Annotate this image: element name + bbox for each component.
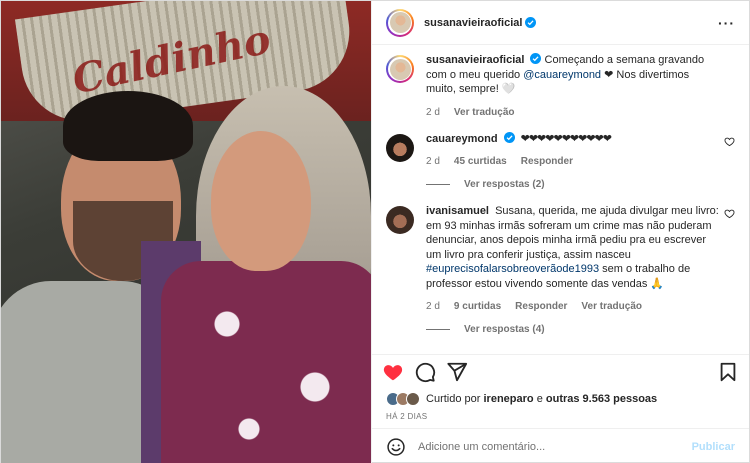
comment-hashtag-link[interactable]: #euprecisofalarsobreoverãode1993 — [426, 263, 599, 275]
like-comment-heart-icon[interactable] — [724, 208, 735, 219]
liker-avatar — [406, 392, 421, 406]
author-avatar[interactable] — [386, 55, 415, 83]
verified-badge-icon — [530, 53, 542, 64]
comment-likes-count[interactable]: 9 curtidas — [454, 301, 501, 312]
post-timestamp[interactable]: HÁ 2 DIAS — [372, 410, 749, 428]
likes-count-link[interactable]: outras 9.563 pessoas — [546, 393, 657, 405]
comment-username[interactable]: ivanisamuel — [426, 205, 489, 217]
commenter-avatar[interactable] — [386, 133, 415, 162]
comment-likes-count[interactable]: 45 curtidas — [454, 156, 507, 167]
post-header: susanavieiraoficial ··· — [372, 1, 749, 45]
verified-badge-icon — [503, 131, 515, 143]
comment-age[interactable]: 2 d — [426, 301, 440, 312]
liked-by-middle: e — [533, 393, 546, 405]
comment-username[interactable]: cauareymond — [426, 133, 498, 145]
reply-button[interactable]: Responder — [521, 156, 573, 167]
caption-username[interactable]: susanavieiraoficial — [426, 54, 524, 66]
add-comment-bar: Publicar — [372, 428, 749, 463]
comment-age[interactable]: 2 d — [426, 156, 440, 167]
caption: susanavieiraoficial Começando a semana g… — [386, 53, 735, 118]
like-heart-icon[interactable] — [382, 361, 404, 383]
view-replies-label: Ver respostas (2) — [464, 179, 545, 190]
post-sidebar: susanavieiraoficial ··· susanavieiraofic… — [371, 1, 749, 463]
emoji-picker-icon[interactable] — [386, 437, 406, 457]
author-avatar[interactable] — [386, 8, 415, 37]
liked-by-row: Curtido por ireneparo e outras 9.563 pes… — [372, 388, 749, 410]
caption-age[interactable]: 2 d — [426, 107, 440, 118]
author-username[interactable]: susanavieiraoficial — [424, 17, 522, 29]
view-replies-label: Ver respostas (4) — [464, 324, 545, 335]
see-translation-button[interactable]: Ver tradução — [581, 301, 642, 312]
caption-emoji: 🤍 — [501, 83, 516, 95]
replies-divider — [426, 184, 451, 185]
comment-input[interactable] — [418, 440, 692, 453]
comment: ivanisamuel Susana, querida, me ajuda di… — [386, 204, 735, 312]
view-replies-button[interactable]: Ver respostas (2) — [426, 179, 735, 190]
view-replies-button[interactable]: Ver respostas (4) — [426, 324, 735, 335]
comment-text: ❤❤❤❤❤❤❤❤❤❤❤ — [520, 132, 612, 145]
post-photo[interactable]: Caldinho — [1, 1, 372, 463]
publish-comment-button[interactable]: Publicar — [692, 441, 735, 453]
reply-button[interactable]: Responder — [515, 301, 567, 312]
instagram-post: Caldinho susanavieiraoficial ··· susanav… — [0, 0, 750, 463]
liked-by-prefix: Curtido por — [426, 393, 484, 405]
like-comment-heart-icon[interactable] — [724, 136, 735, 147]
comment: cauareymond ❤❤❤❤❤❤❤❤❤❤❤ 2 d 45 curtidas … — [386, 131, 735, 167]
commenter-avatar[interactable] — [386, 206, 415, 234]
share-paper-plane-icon[interactable] — [446, 361, 468, 383]
see-translation-button[interactable]: Ver tradução — [454, 107, 515, 118]
liked-by-user-link[interactable]: ireneparo — [484, 393, 534, 405]
action-bar — [372, 354, 749, 388]
replies-divider — [426, 329, 451, 330]
comments-list: susanavieiraoficial Começando a semana g… — [372, 45, 749, 354]
more-options-icon[interactable]: ··· — [718, 15, 735, 31]
verified-badge-icon — [525, 17, 537, 28]
comment-bubble-icon[interactable] — [414, 361, 436, 383]
save-bookmark-icon[interactable] — [717, 361, 739, 383]
caption-mention-link[interactable]: @cauareymond — [523, 69, 601, 81]
